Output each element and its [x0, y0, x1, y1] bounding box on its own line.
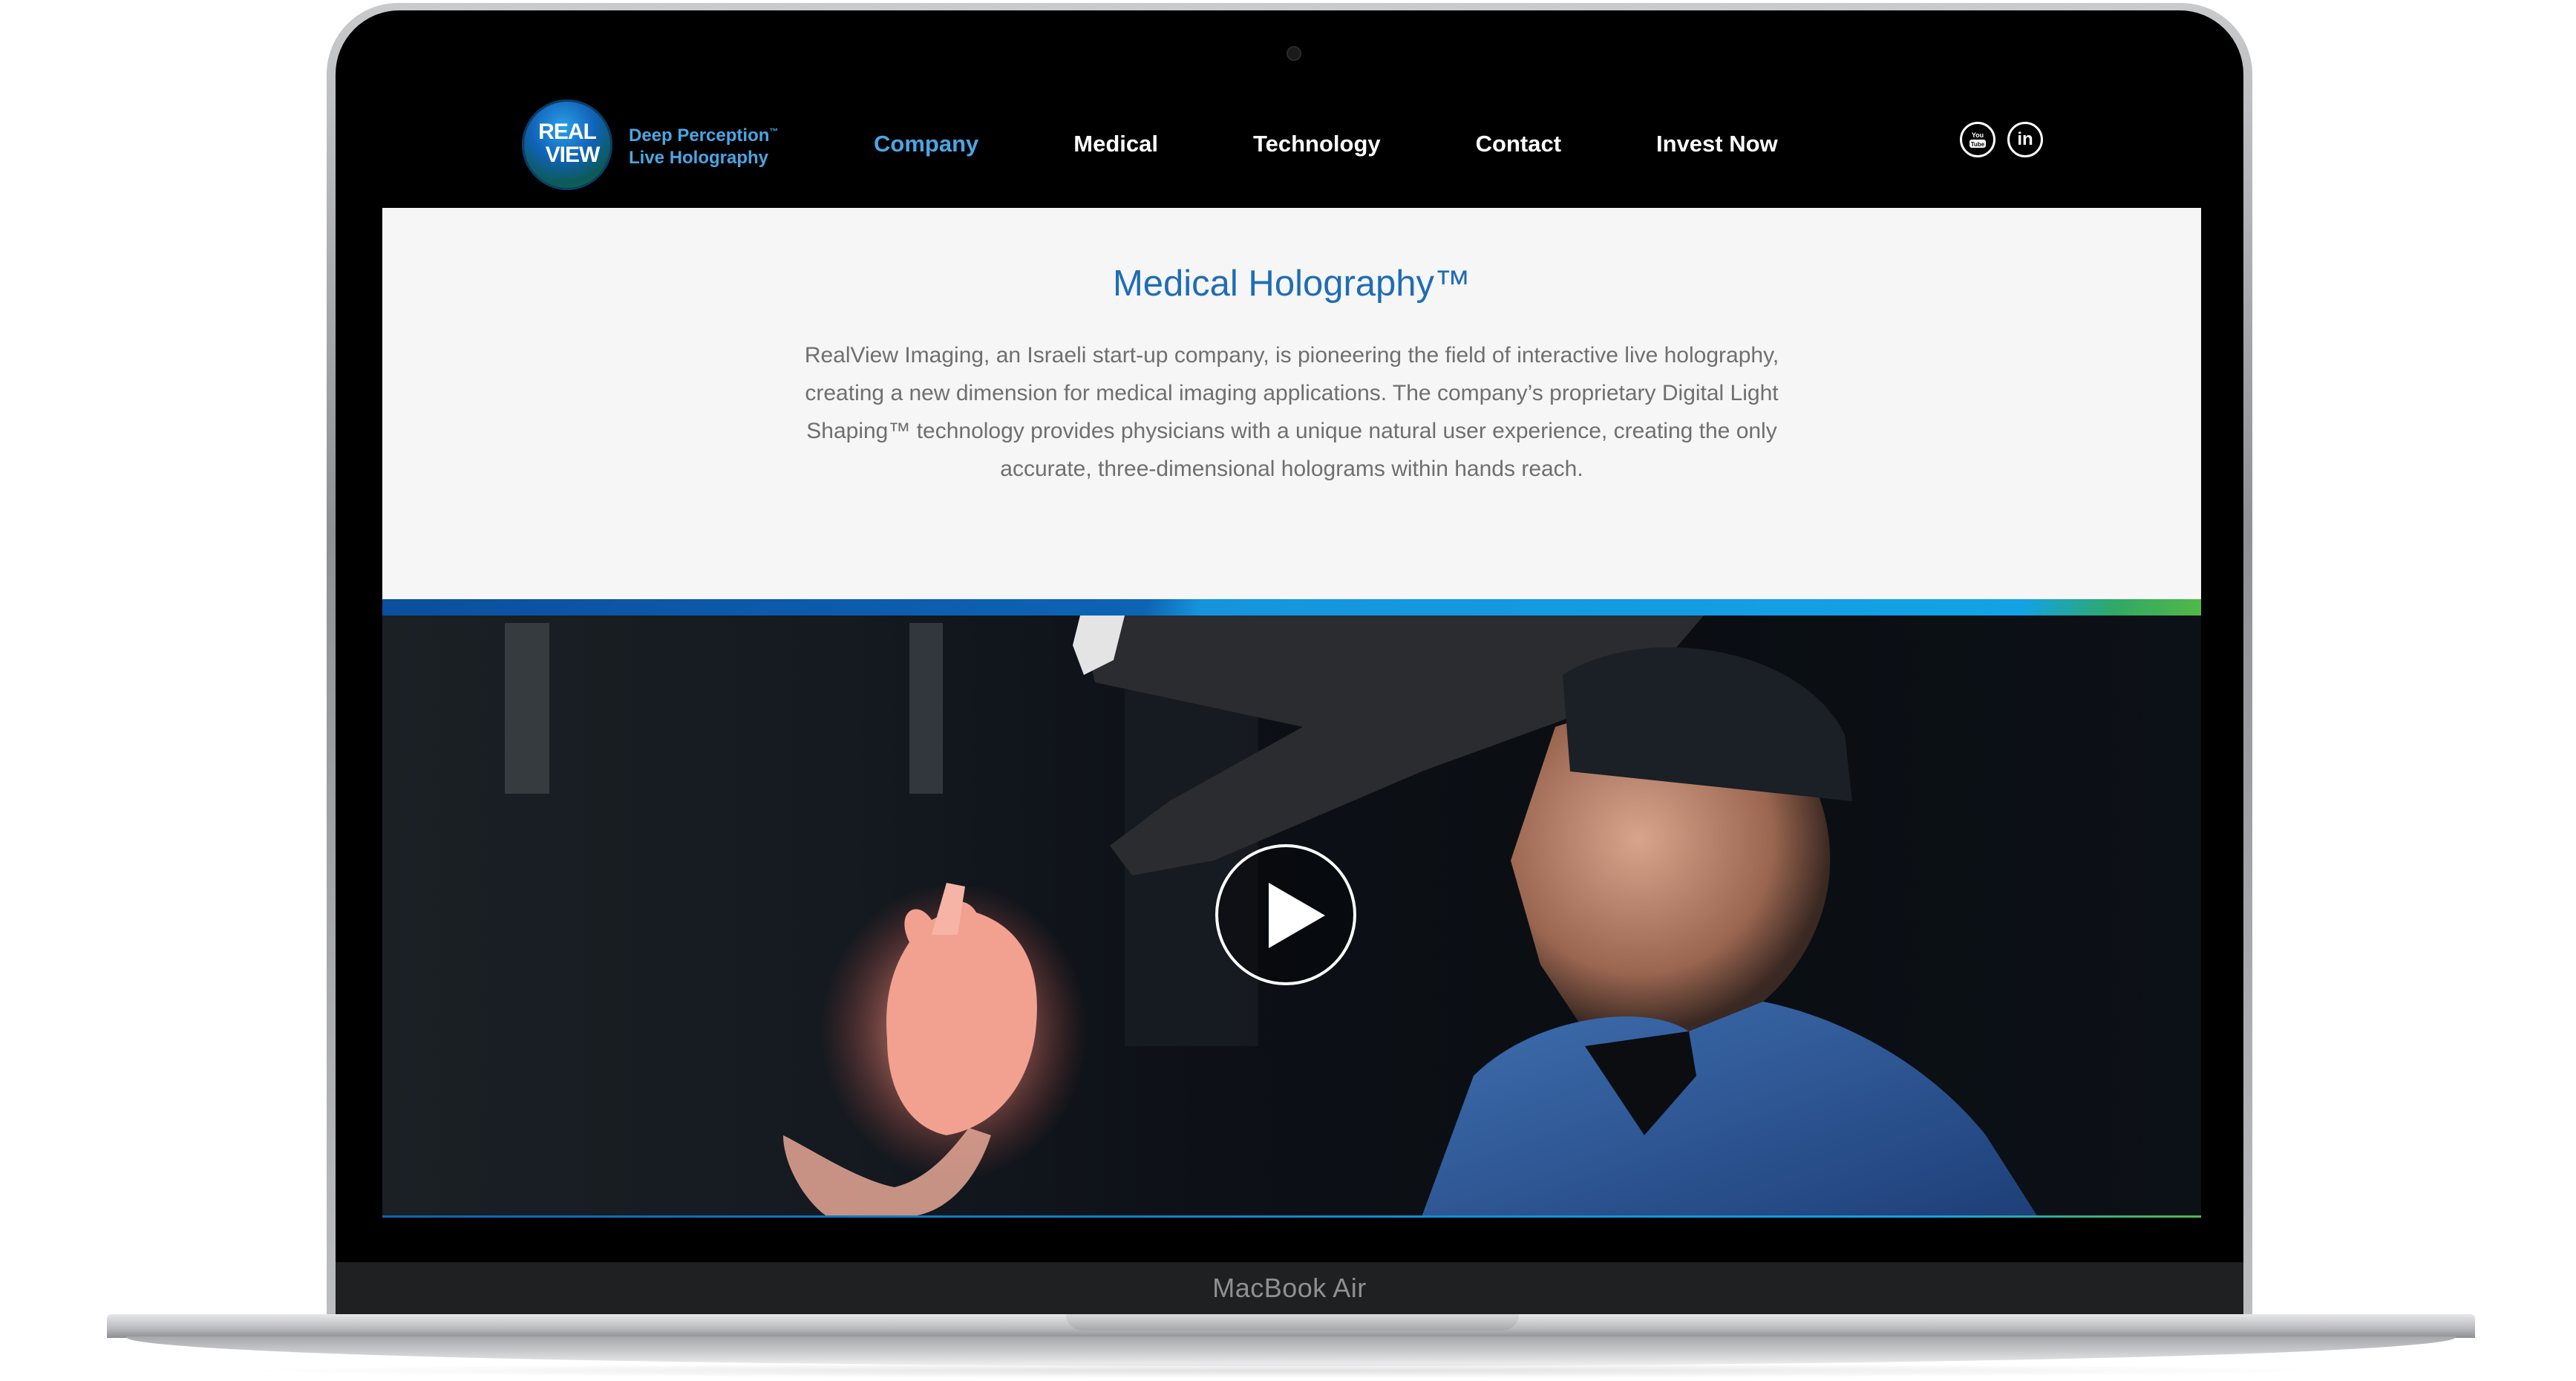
svg-text:You: You — [1972, 131, 1984, 139]
svg-text:Tube: Tube — [1971, 141, 1985, 148]
laptop-notch — [1066, 1314, 1519, 1331]
logo-line-2: VIEW — [545, 143, 601, 167]
page-title: Medical Holography™ — [1112, 264, 1471, 304]
video-bottom-line — [382, 1215, 2201, 1218]
hero-section: Medical Holography™ RealView Imaging, an… — [382, 208, 2201, 599]
tagline-line-2: Live Holography — [629, 148, 769, 168]
youtube-glyph: You Tube — [1969, 131, 1986, 148]
social-links: You Tube in — [1960, 122, 2043, 157]
color-band-divider — [382, 599, 2201, 616]
main-nav: Company Medical Technology Contact Inves… — [874, 131, 1873, 157]
surgeon-scrubs — [1422, 1002, 2038, 1217]
site-header: REAL VIEW Deep Perception™ Live Holograp… — [382, 82, 2201, 208]
linkedin-glyph: in — [2017, 129, 2033, 149]
camera-icon — [1287, 46, 1301, 61]
background-light — [909, 623, 943, 794]
logo-line-1: REAL — [538, 120, 597, 144]
hero-description: RealView Imaging, an Israeli start-up co… — [804, 343, 1779, 481]
device-label: MacBook Air — [1212, 1273, 1367, 1303]
nav-technology[interactable]: Technology — [1253, 131, 1381, 157]
video-player[interactable] — [382, 616, 2201, 1217]
play-button[interactable] — [1215, 844, 1356, 985]
youtube-icon[interactable]: You Tube — [1960, 122, 1995, 157]
background-light — [505, 623, 549, 794]
nav-company[interactable]: Company — [874, 131, 978, 157]
nav-contact[interactable]: Contact — [1476, 131, 1561, 157]
play-icon — [1269, 883, 1325, 948]
logo-wordmark: REAL VIEW — [522, 120, 612, 166]
linkedin-icon[interactable]: in — [2007, 122, 2043, 157]
nav-medical[interactable]: Medical — [1073, 131, 1158, 157]
nav-invest-now[interactable]: Invest Now — [1656, 131, 1778, 157]
laptop-base-bottom — [126, 1336, 2456, 1366]
tagline-line-1: Deep Perception — [629, 125, 770, 146]
tagline: Deep Perception™ Live Holography — [629, 120, 778, 169]
tagline-tm: ™ — [769, 126, 779, 137]
laptop-shadow — [223, 1363, 2353, 1378]
realview-logo[interactable]: REAL VIEW — [522, 99, 612, 190]
